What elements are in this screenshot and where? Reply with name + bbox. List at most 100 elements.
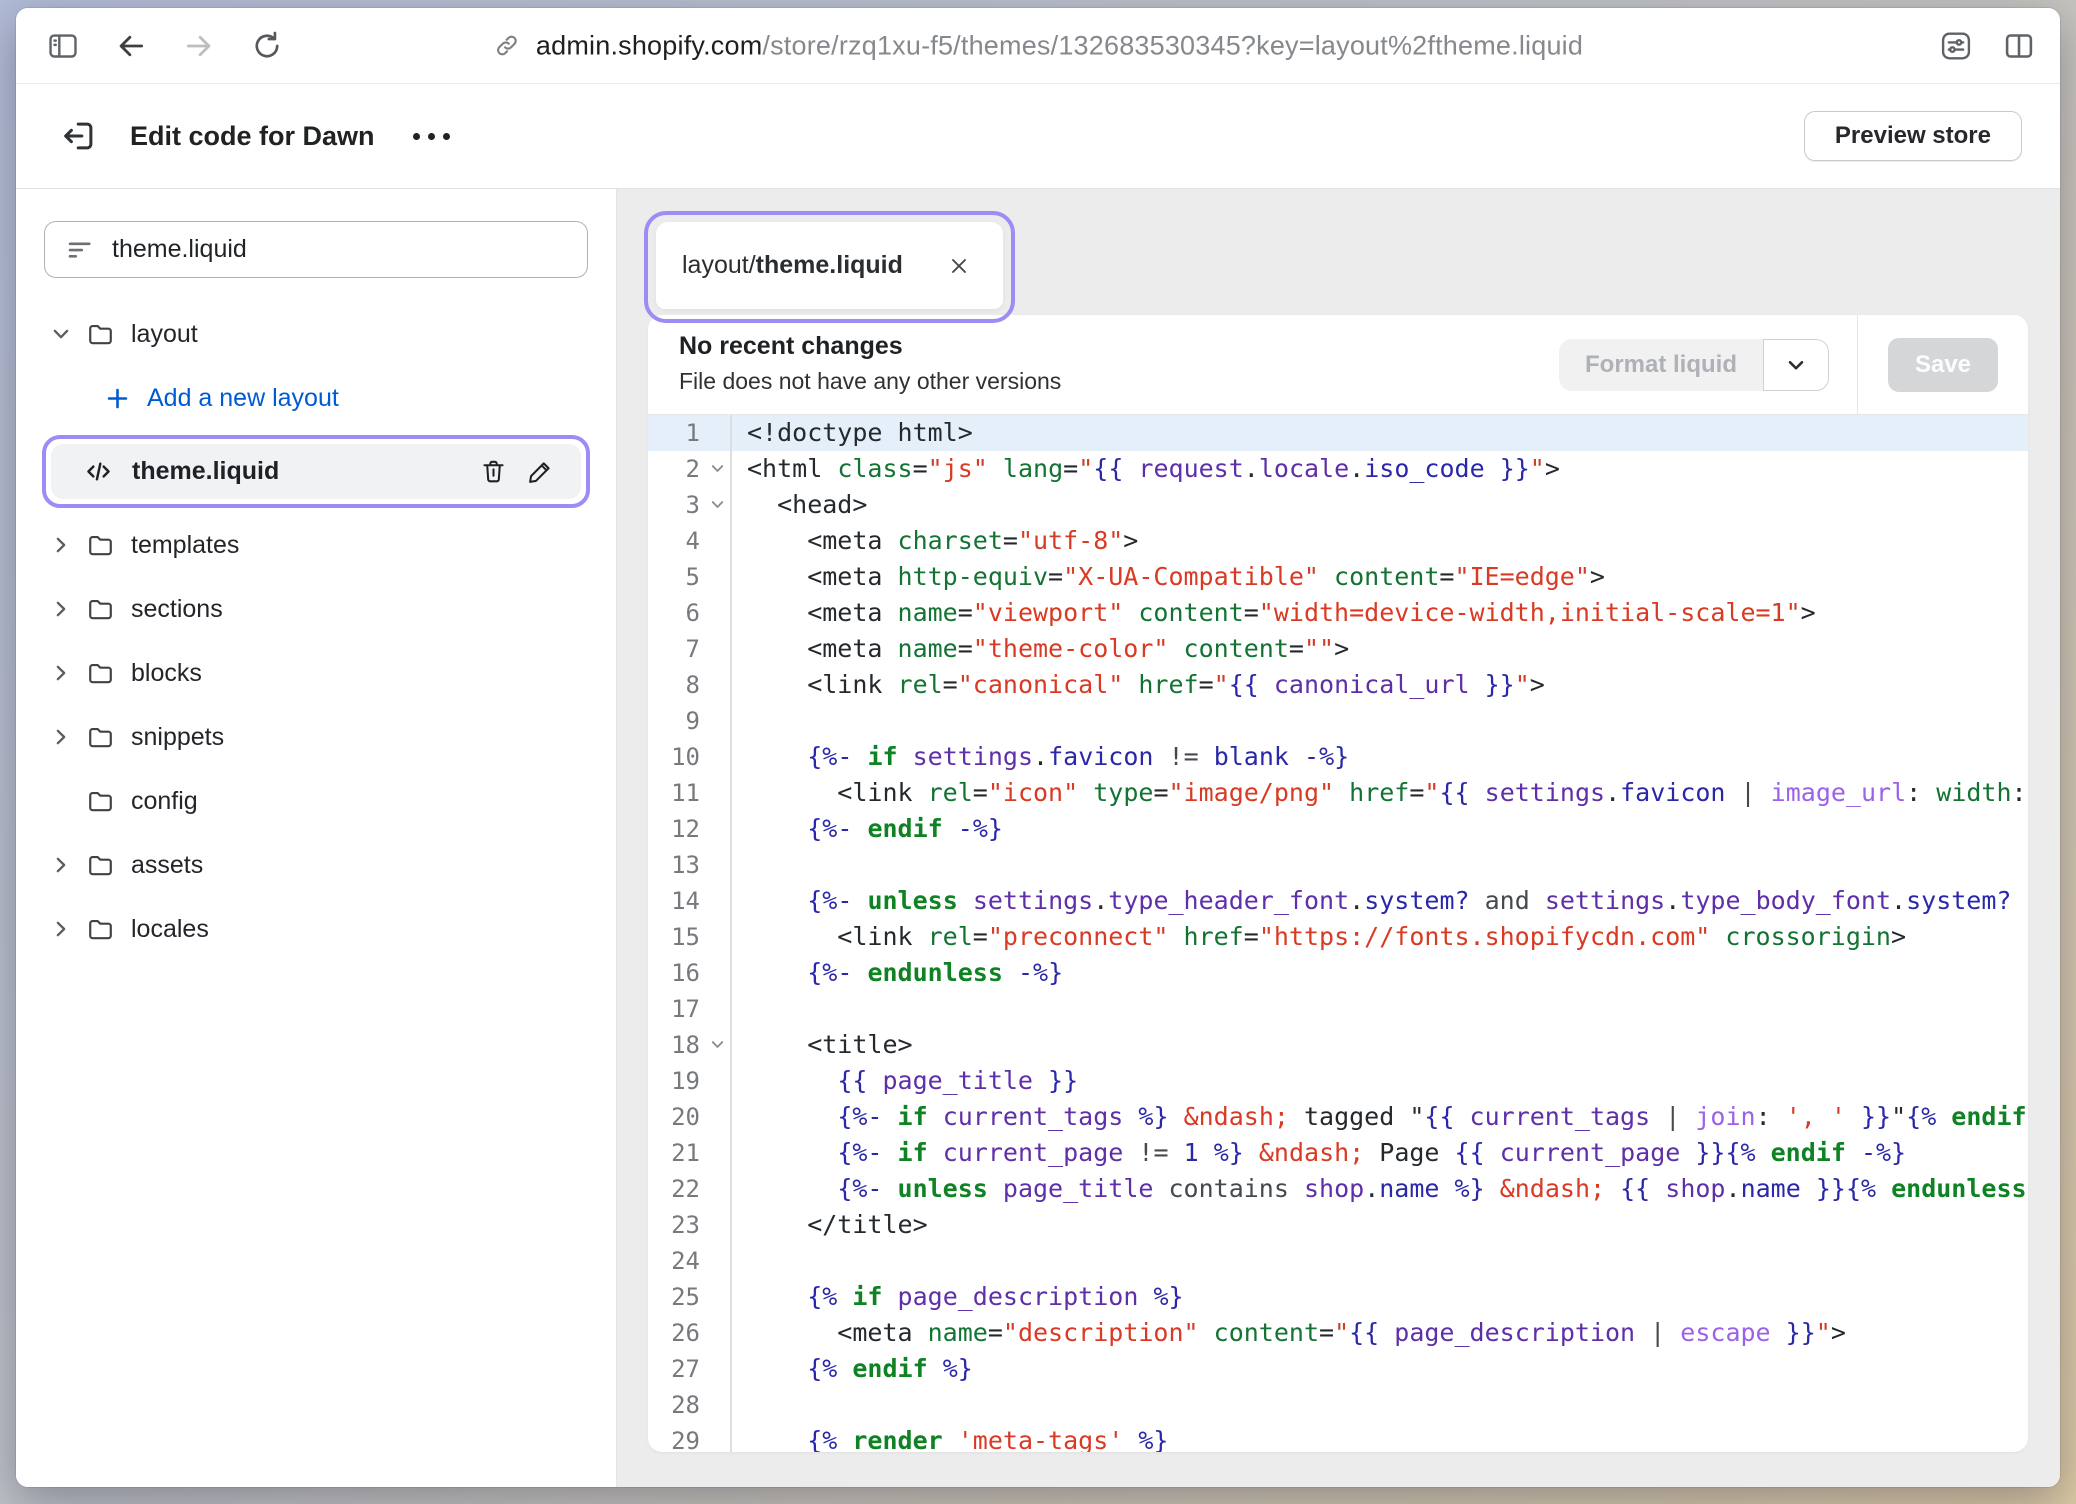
overflow-menu-icon[interactable] <box>413 133 450 140</box>
line-number: 10 <box>648 739 732 775</box>
code-line-row: 28 <box>648 1387 2028 1423</box>
line-number: 17 <box>648 991 732 1027</box>
edit-icon[interactable] <box>526 457 555 486</box>
sidebar-folder-locales[interactable]: locales <box>16 897 616 961</box>
reload-icon[interactable] <box>250 29 284 63</box>
sidebar-folder-blocks[interactable]: blocks <box>16 641 616 705</box>
preview-store-button[interactable]: Preview store <box>1804 111 2022 161</box>
format-options-dropdown[interactable] <box>1763 339 1829 391</box>
editor-panel: No recent changes File does not have any… <box>648 315 2028 1452</box>
code-line[interactable]: {% render 'meta-tags' %} <box>732 1423 2028 1452</box>
format-liquid-button[interactable]: Format liquid <box>1559 339 1763 391</box>
code-line-row: 19 {{ page_title }} <box>648 1063 2028 1099</box>
code-line-row: 15 <link rel="preconnect" href="https://… <box>648 919 2028 955</box>
code-line[interactable] <box>732 847 2028 883</box>
code-editor[interactable]: 1<!doctype html>2<html class="js" lang="… <box>648 415 2028 1452</box>
code-line[interactable]: {%- if current_page != 1 %} &ndash; Page… <box>732 1135 2028 1171</box>
close-icon[interactable] <box>941 248 977 284</box>
code-line[interactable]: <meta charset="utf-8"> <box>732 523 2028 559</box>
chevron-right-icon[interactable] <box>48 534 74 556</box>
chevron-right-icon[interactable] <box>48 854 74 876</box>
exit-icon[interactable] <box>60 117 98 155</box>
code-line[interactable]: <!doctype html> <box>732 415 2028 451</box>
delete-icon[interactable] <box>479 457 508 486</box>
sidebar-folder-assets[interactable]: assets <box>16 833 616 897</box>
folder-icon <box>86 320 115 349</box>
line-number: 4 <box>648 523 732 559</box>
sidebar-folder-snippets[interactable]: snippets <box>16 705 616 769</box>
code-line[interactable] <box>732 991 2028 1027</box>
line-number: 19 <box>648 1063 732 1099</box>
sidebar-folder-templates[interactable]: templates <box>16 513 616 577</box>
sidebar-folder-config[interactable]: config <box>16 769 616 833</box>
code-line-row: 11 <link rel="icon" type="image/png" hre… <box>648 775 2028 811</box>
code-line[interactable]: <html class="js" lang="{{ request.locale… <box>732 451 2028 487</box>
code-line[interactable]: {%- unless page_title contains shop.name… <box>732 1171 2028 1207</box>
sidebar-folder-layout[interactable]: layout <box>16 302 616 366</box>
chevron-right-icon[interactable] <box>48 726 74 748</box>
line-number: 21 <box>648 1135 732 1171</box>
line-number: 2 <box>648 451 732 487</box>
code-line[interactable]: </title> <box>732 1207 2028 1243</box>
code-line[interactable]: <link rel="preconnect" href="https://fon… <box>732 919 2028 955</box>
code-line-row: 1<!doctype html> <box>648 415 2028 451</box>
save-button[interactable]: Save <box>1888 338 1998 392</box>
code-line[interactable]: <meta name="description" content="{{ pag… <box>732 1315 2028 1351</box>
filter-icon <box>65 235 95 265</box>
editor-toolbar: No recent changes File does not have any… <box>648 315 2028 415</box>
code-line-row: 10 {%- if settings.favicon != blank -%} <box>648 739 2028 775</box>
fold-icon[interactable] <box>709 460 726 477</box>
code-line[interactable]: {%- unless settings.type_header_font.sys… <box>732 883 2028 919</box>
code-line-row: 18 <title> <box>648 1027 2028 1063</box>
line-number: 20 <box>648 1099 732 1135</box>
code-line[interactable] <box>732 1387 2028 1423</box>
sidebar-folder-sections[interactable]: sections <box>16 577 616 641</box>
address-bar[interactable]: admin.shopify.com/store/rzq1xu-f5/themes… <box>493 30 1583 61</box>
chevron-down-icon[interactable] <box>48 323 74 345</box>
code-line[interactable]: {{ page_title }} <box>732 1063 2028 1099</box>
code-line[interactable]: {%- if current_tags %} &ndash; tagged "{… <box>732 1099 2028 1135</box>
code-line[interactable]: <meta name="viewport" content="width=dev… <box>732 595 2028 631</box>
fold-icon[interactable] <box>709 1036 726 1053</box>
code-line[interactable]: {%- endif -%} <box>732 811 2028 847</box>
code-line-row: 16 {%- endunless -%} <box>648 955 2028 991</box>
code-line-row: 6 <meta name="viewport" content="width=d… <box>648 595 2028 631</box>
line-number: 1 <box>648 415 732 451</box>
code-line[interactable]: <head> <box>732 487 2028 523</box>
code-line[interactable]: {%- if settings.favicon != blank -%} <box>732 739 2028 775</box>
code-line[interactable]: {% if page_description %} <box>732 1279 2028 1315</box>
code-file-icon <box>83 456 114 487</box>
code-line[interactable]: {%- endunless -%} <box>732 955 2028 991</box>
sidebar-file-theme.liquid[interactable]: theme.liquid <box>51 444 581 499</box>
code-line-row: 21 {%- if current_page != 1 %} &ndash; P… <box>648 1135 2028 1171</box>
chevron-down-icon <box>1783 352 1809 378</box>
code-line[interactable]: <meta http-equiv="X-UA-Compatible" conte… <box>732 559 2028 595</box>
code-line-row: 27 {% endif %} <box>648 1351 2028 1387</box>
forward-icon[interactable] <box>182 29 216 63</box>
add-new-layout-button[interactable]: Add a new layout <box>16 366 616 430</box>
back-icon[interactable] <box>114 29 148 63</box>
code-line-row: 13 <box>648 847 2028 883</box>
chevron-right-icon[interactable] <box>48 598 74 620</box>
tab-theme-liquid[interactable]: layout/theme.liquid <box>656 222 1003 309</box>
line-number: 5 <box>648 559 732 595</box>
chevron-right-icon[interactable] <box>48 662 74 684</box>
split-view-icon[interactable] <box>2002 29 2036 63</box>
folder-label: config <box>131 787 198 816</box>
code-line[interactable]: {% endif %} <box>732 1351 2028 1387</box>
code-line[interactable]: <link rel="canonical" href="{{ canonical… <box>732 667 2028 703</box>
code-line[interactable] <box>732 703 2028 739</box>
code-line[interactable]: <meta name="theme-color" content=""> <box>732 631 2028 667</box>
fold-icon[interactable] <box>709 496 726 513</box>
status-subtitle: File does not have any other versions <box>679 368 1559 395</box>
code-line[interactable]: <title> <box>732 1027 2028 1063</box>
line-number: 24 <box>648 1243 732 1279</box>
file-search-input[interactable]: theme.liquid <box>44 221 588 278</box>
chevron-right-icon[interactable] <box>48 918 74 940</box>
browser-sidebar-icon[interactable] <box>46 29 80 63</box>
tune-icon[interactable] <box>1938 28 1974 64</box>
browser-window: admin.shopify.com/store/rzq1xu-f5/themes… <box>16 8 2060 1487</box>
folder-icon <box>86 915 115 944</box>
code-line[interactable]: <link rel="icon" type="image/png" href="… <box>732 775 2028 811</box>
code-line[interactable] <box>732 1243 2028 1279</box>
